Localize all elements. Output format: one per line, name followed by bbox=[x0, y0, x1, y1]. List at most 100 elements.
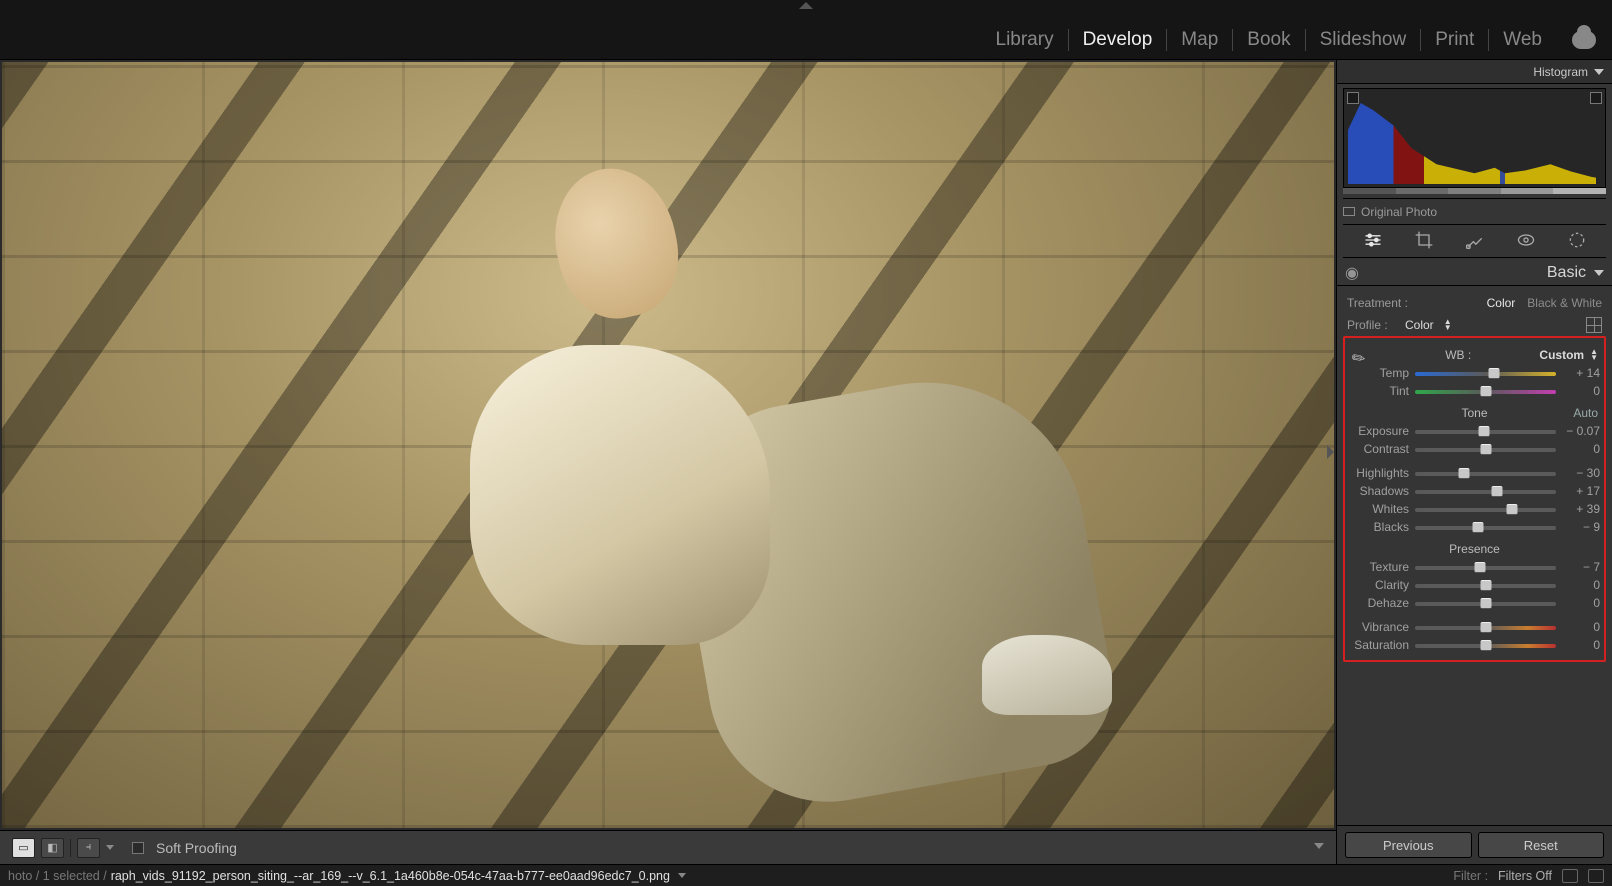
contrast-value[interactable]: 0 bbox=[1562, 442, 1600, 456]
expand-right-panel-caret[interactable] bbox=[1327, 445, 1334, 459]
crop-tool-icon[interactable] bbox=[1414, 230, 1434, 253]
histogram-panel-header[interactable]: Histogram bbox=[1337, 60, 1612, 84]
redeye-tool-icon[interactable] bbox=[1516, 230, 1536, 253]
wb-preset-value[interactable]: Custom bbox=[1539, 348, 1584, 362]
profile-browser-icon[interactable] bbox=[1586, 317, 1602, 333]
saturation-slider[interactable] bbox=[1415, 639, 1556, 651]
tab-web[interactable]: Web bbox=[1489, 29, 1556, 51]
toolbar-options-caret[interactable] bbox=[1314, 843, 1324, 849]
dehaze-slider[interactable] bbox=[1415, 597, 1556, 609]
image-viewport[interactable] bbox=[0, 60, 1336, 830]
original-photo-checkbox-icon bbox=[1343, 207, 1355, 216]
dehaze-label: Dehaze bbox=[1349, 596, 1409, 610]
exposure-slider-row: Exposure − 0.07 bbox=[1349, 422, 1600, 440]
exposure-label: Exposure bbox=[1349, 424, 1409, 438]
contrast-slider[interactable] bbox=[1415, 443, 1556, 455]
compare-view-button[interactable]: ◧ bbox=[41, 838, 64, 858]
highlights-slider-row: Highlights − 30 bbox=[1349, 464, 1600, 482]
develop-footer: Previous Reset bbox=[1337, 825, 1612, 864]
wb-label: WB : bbox=[1383, 348, 1533, 362]
exposure-slider[interactable] bbox=[1415, 425, 1556, 437]
tab-map[interactable]: Map bbox=[1167, 29, 1233, 51]
before-after-button[interactable]: ⫞ bbox=[77, 838, 100, 858]
histogram[interactable] bbox=[1343, 88, 1606, 188]
image-canvas-area: ▭ ◧ ⫞ Soft Proofing bbox=[0, 60, 1336, 864]
texture-value[interactable]: − 7 bbox=[1562, 560, 1600, 574]
temp-value[interactable]: + 14 bbox=[1562, 366, 1600, 380]
blacks-value[interactable]: − 9 bbox=[1562, 520, 1600, 534]
panel-visibility-eye-icon[interactable]: ◉ bbox=[1345, 263, 1359, 283]
contrast-label: Contrast bbox=[1349, 442, 1409, 456]
shadows-slider-row: Shadows + 17 bbox=[1349, 482, 1600, 500]
treatment-bw-option[interactable]: Black & White bbox=[1527, 296, 1602, 310]
previous-button[interactable]: Previous bbox=[1345, 832, 1472, 858]
tab-library[interactable]: Library bbox=[982, 29, 1069, 51]
filter-toggle-icon[interactable] bbox=[1562, 869, 1578, 883]
whites-value[interactable]: + 39 bbox=[1562, 502, 1600, 516]
masking-tool-icon[interactable] bbox=[1567, 230, 1587, 253]
shadows-slider[interactable] bbox=[1415, 485, 1556, 497]
basic-panel-body: Treatment : Color Black & White Profile … bbox=[1337, 286, 1612, 668]
develop-right-panel: Histogram Original Photo bbox=[1336, 60, 1612, 864]
histogram-label: Histogram bbox=[1533, 65, 1588, 79]
vibrance-slider[interactable] bbox=[1415, 621, 1556, 633]
highlights-value[interactable]: − 30 bbox=[1562, 466, 1600, 480]
status-selection: hoto / 1 selected / bbox=[8, 869, 107, 883]
highlights-slider[interactable] bbox=[1415, 467, 1556, 479]
tab-develop[interactable]: Develop bbox=[1069, 29, 1168, 51]
cloud-sync-icon[interactable] bbox=[1572, 31, 1596, 49]
reset-button[interactable]: Reset bbox=[1478, 832, 1605, 858]
blacks-label: Blacks bbox=[1349, 520, 1409, 534]
tab-book[interactable]: Book bbox=[1233, 29, 1305, 51]
vibrance-value[interactable]: 0 bbox=[1562, 620, 1600, 634]
filter-label: Filter : bbox=[1453, 869, 1488, 883]
treatment-row: Treatment : Color Black & White bbox=[1343, 292, 1606, 314]
treatment-color-option[interactable]: Color bbox=[1487, 296, 1516, 310]
filter-value[interactable]: Filters Off bbox=[1498, 869, 1552, 883]
texture-slider-row: Texture − 7 bbox=[1349, 558, 1600, 576]
profile-value[interactable]: Color bbox=[1405, 318, 1434, 332]
original-photo-row[interactable]: Original Photo bbox=[1343, 198, 1606, 220]
edit-sliders-tool-icon[interactable] bbox=[1363, 230, 1383, 253]
temp-slider[interactable] bbox=[1415, 367, 1556, 379]
expand-top-panel-caret[interactable] bbox=[799, 2, 813, 9]
tone-subheader: Tone Auto bbox=[1349, 404, 1600, 422]
shadow-clipping-toggle[interactable] bbox=[1347, 92, 1359, 104]
blacks-slider[interactable] bbox=[1415, 521, 1556, 533]
clarity-value[interactable]: 0 bbox=[1562, 578, 1600, 592]
collapse-icon bbox=[1594, 270, 1604, 276]
profile-label: Profile : bbox=[1347, 318, 1395, 332]
histogram-zone-ramp bbox=[1343, 188, 1606, 194]
tint-slider[interactable] bbox=[1415, 385, 1556, 397]
basic-panel-header[interactable]: ◉ Basic bbox=[1337, 260, 1612, 286]
contrast-slider-row: Contrast 0 bbox=[1349, 440, 1600, 458]
highlights-label: Highlights bbox=[1349, 466, 1409, 480]
whites-slider[interactable] bbox=[1415, 503, 1556, 515]
clarity-slider[interactable] bbox=[1415, 579, 1556, 591]
texture-slider[interactable] bbox=[1415, 561, 1556, 573]
exposure-value[interactable]: − 0.07 bbox=[1562, 424, 1600, 438]
photo-placeholder bbox=[2, 62, 1334, 828]
presence-subheader: Presence bbox=[1349, 540, 1600, 558]
original-photo-label: Original Photo bbox=[1361, 205, 1437, 219]
texture-label: Texture bbox=[1349, 560, 1409, 574]
white-balance-row: ✎ WB : Custom ▲▼ bbox=[1349, 346, 1600, 364]
healing-tool-icon[interactable] bbox=[1465, 230, 1485, 253]
saturation-slider-row: Saturation 0 bbox=[1349, 636, 1600, 654]
tint-value[interactable]: 0 bbox=[1562, 384, 1600, 398]
shadows-value[interactable]: + 17 bbox=[1562, 484, 1600, 498]
vibrance-slider-row: Vibrance 0 bbox=[1349, 618, 1600, 636]
dehaze-value[interactable]: 0 bbox=[1562, 596, 1600, 610]
loupe-view-button[interactable]: ▭ bbox=[12, 838, 35, 858]
tab-print[interactable]: Print bbox=[1421, 29, 1489, 51]
before-after-menu-caret[interactable] bbox=[106, 845, 114, 850]
soft-proofing-checkbox[interactable] bbox=[132, 842, 144, 854]
treatment-label: Treatment : bbox=[1347, 296, 1475, 310]
auto-tone-button[interactable]: Auto bbox=[1573, 406, 1598, 420]
highlight-clipping-toggle[interactable] bbox=[1590, 92, 1602, 104]
saturation-value[interactable]: 0 bbox=[1562, 638, 1600, 652]
module-tab-bar: Library Develop Map Book Slideshow Print… bbox=[0, 0, 1612, 60]
tab-slideshow[interactable]: Slideshow bbox=[1306, 29, 1422, 51]
status-filename-menu-icon[interactable] bbox=[678, 873, 686, 878]
filter-lock-icon[interactable] bbox=[1588, 869, 1604, 883]
